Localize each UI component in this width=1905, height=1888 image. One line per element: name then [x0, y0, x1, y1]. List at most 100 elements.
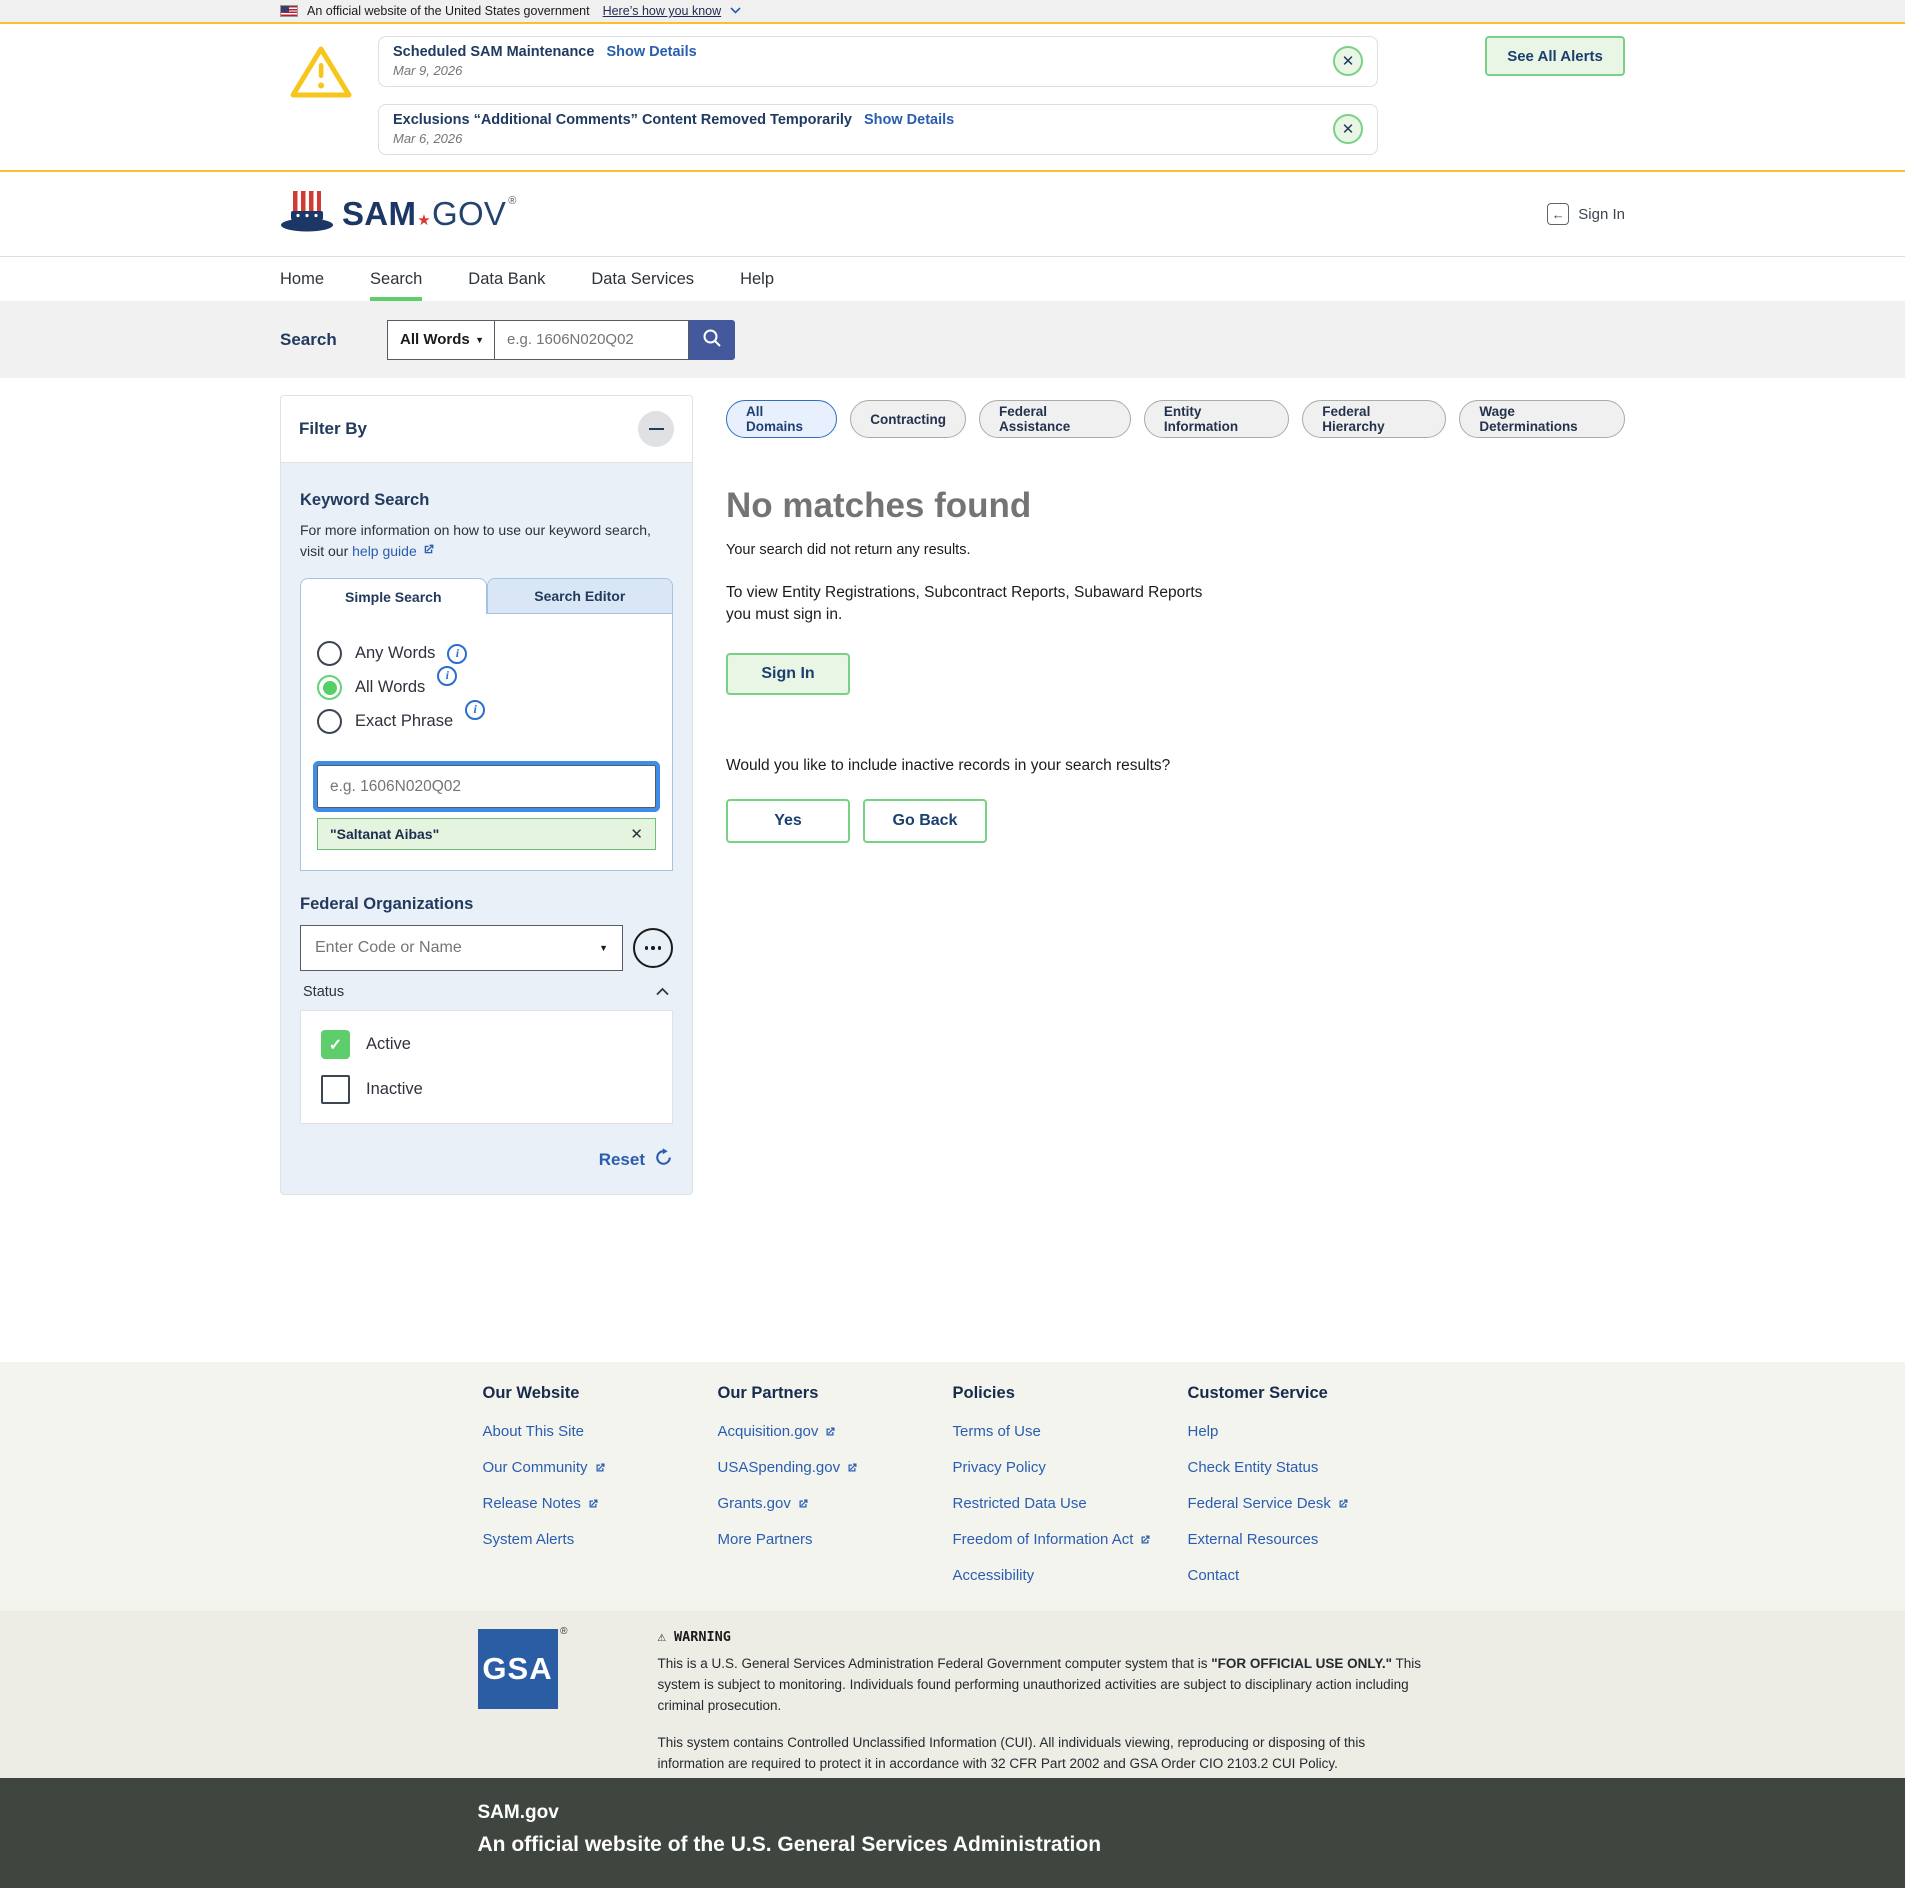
- alert-banner: Scheduled SAM Maintenance Show Details M…: [0, 22, 1905, 172]
- help-guide-label: help guide: [352, 541, 417, 562]
- checkbox-active[interactable]: ✓: [321, 1030, 350, 1059]
- domain-tab-wage-determinations[interactable]: Wage Determinations: [1459, 400, 1625, 438]
- info-icon[interactable]: i: [437, 666, 457, 686]
- remove-tag-icon[interactable]: ✕: [630, 825, 643, 843]
- logo-sam-text: SAM: [342, 195, 416, 232]
- radio-any-words[interactable]: [317, 641, 342, 666]
- go-back-button[interactable]: Go Back: [863, 799, 987, 843]
- alert-show-details-link[interactable]: Show Details: [864, 112, 954, 128]
- footer-link-more-partners[interactable]: More Partners: [718, 1531, 953, 1548]
- tab-search-editor[interactable]: Search Editor: [487, 578, 674, 614]
- collapse-filters-button[interactable]: [638, 411, 674, 447]
- footer-heading: Customer Service: [1188, 1384, 1423, 1403]
- warning-block: ⚠ WARNING This is a U.S. General Service…: [658, 1629, 1428, 1775]
- nav-item-home[interactable]: Home: [280, 257, 324, 301]
- alert-title: Scheduled SAM Maintenance: [393, 44, 594, 60]
- footer-col-policies: Policies Terms of Use Privacy Policy Res…: [953, 1384, 1188, 1603]
- alert-date: Mar 6, 2026: [393, 131, 954, 146]
- footer-link-check-entity-status[interactable]: Check Entity Status: [1188, 1459, 1423, 1476]
- alert-show-details-link[interactable]: Show Details: [606, 44, 696, 60]
- search-band-label: Search: [280, 330, 387, 350]
- radio-all-words[interactable]: [317, 675, 342, 700]
- no-matches-subtitle: Your search did not return any results.: [726, 542, 1625, 558]
- federal-orgs-more-button[interactable]: [633, 928, 673, 968]
- footer-link-usaspending-gov[interactable]: USASpending.gov: [718, 1459, 953, 1476]
- footer-link-restricted-data-use[interactable]: Restricted Data Use: [953, 1495, 1188, 1512]
- checkbox-inactive[interactable]: [321, 1075, 350, 1104]
- nav-item-help[interactable]: Help: [740, 257, 774, 301]
- footer-link-contact[interactable]: Contact: [1188, 1567, 1423, 1584]
- external-link-icon: [587, 1498, 599, 1510]
- sign-in-icon: ←: [1547, 203, 1569, 225]
- info-icon[interactable]: i: [447, 644, 467, 664]
- domain-tab-federal-assistance[interactable]: Federal Assistance: [979, 400, 1131, 438]
- minus-icon: [649, 428, 664, 431]
- gsa-registered-mark: ®: [560, 1626, 568, 1637]
- help-guide-link[interactable]: help guide: [352, 541, 435, 562]
- see-all-alerts-button[interactable]: See All Alerts: [1485, 36, 1625, 76]
- domain-tab-federal-hierarchy[interactable]: Federal Hierarchy: [1302, 400, 1446, 438]
- federal-orgs-select[interactable]: Enter Code or Name ▼: [300, 925, 623, 971]
- site-header: SAM★GOV® ← Sign In: [0, 172, 1905, 257]
- search-mode-select[interactable]: All Words ▼: [387, 320, 495, 360]
- footer-link-accessibility[interactable]: Accessibility: [953, 1567, 1188, 1584]
- footer: Our Website About This Site Our Communit…: [0, 1362, 1905, 1611]
- domain-tab-contracting[interactable]: Contracting: [850, 400, 966, 438]
- footer-link-system-alerts[interactable]: System Alerts: [483, 1531, 718, 1548]
- radio-exact-phrase-label: Exact Phrase: [355, 712, 453, 731]
- radio-exact-phrase[interactable]: [317, 709, 342, 734]
- footer-link-help[interactable]: Help: [1188, 1423, 1423, 1440]
- header-sign-in-link[interactable]: ← Sign In: [1547, 203, 1625, 225]
- footer-link-about-this-site[interactable]: About This Site: [483, 1423, 718, 1440]
- reset-filters-button[interactable]: Reset: [300, 1148, 673, 1172]
- filter-panel: Filter By Keyword Search For more inform…: [280, 395, 693, 1195]
- footer-link-privacy-policy[interactable]: Privacy Policy: [953, 1459, 1188, 1476]
- close-icon[interactable]: ✕: [1333, 46, 1363, 76]
- footer-link-terms-of-use[interactable]: Terms of Use: [953, 1423, 1188, 1440]
- info-icon[interactable]: i: [465, 700, 485, 720]
- main-nav: Home Search Data Bank Data Services Help: [0, 257, 1905, 301]
- reset-label: Reset: [599, 1150, 645, 1170]
- search-results-area: All Domains Contracting Federal Assistan…: [726, 395, 1625, 843]
- sign-in-button[interactable]: Sign In: [726, 653, 850, 695]
- identifier-footer: SAM.gov An official website of the U.S. …: [0, 1778, 1905, 1888]
- alert-title: Exclusions “Additional Comments” Content…: [393, 112, 852, 128]
- search-icon: [701, 327, 723, 352]
- keyword-tag-text: "Saltanat Aibas": [330, 826, 439, 842]
- logo-star-icon: ★: [417, 212, 431, 229]
- alert-card-list: Scheduled SAM Maintenance Show Details M…: [378, 36, 1378, 155]
- keyword-input[interactable]: [317, 765, 656, 808]
- nav-item-data-bank[interactable]: Data Bank: [468, 257, 545, 301]
- external-link-icon: [594, 1462, 606, 1474]
- warning-paragraph-1: This is a U.S. General Services Administ…: [658, 1654, 1428, 1717]
- chevron-down-icon: [730, 5, 741, 17]
- gov-banner-text: An official website of the United States…: [307, 4, 590, 18]
- external-link-icon: [846, 1462, 858, 1474]
- nav-item-data-services[interactable]: Data Services: [591, 257, 694, 301]
- tab-simple-search[interactable]: Simple Search: [300, 578, 487, 614]
- footer-link-external-resources[interactable]: External Resources: [1188, 1531, 1423, 1548]
- include-inactive-question: Would you like to include inactive recor…: [726, 757, 1625, 775]
- warning-triangle-icon: [290, 44, 352, 105]
- gsa-logo: GSA ®: [478, 1629, 558, 1709]
- external-link-icon: [797, 1498, 809, 1510]
- nav-item-search[interactable]: Search: [370, 257, 422, 301]
- gov-banner-link[interactable]: Here’s how you know: [603, 4, 722, 18]
- select-caret-icon: ▼: [475, 335, 484, 345]
- chevron-up-icon[interactable]: [655, 983, 670, 1001]
- search-mode-value: All Words: [400, 331, 470, 348]
- footer-link-grants-gov[interactable]: Grants.gov: [718, 1495, 953, 1512]
- footer-link-our-community[interactable]: Our Community: [483, 1459, 718, 1476]
- footer-link-release-notes[interactable]: Release Notes: [483, 1495, 718, 1512]
- close-icon[interactable]: ✕: [1333, 114, 1363, 144]
- yes-button[interactable]: Yes: [726, 799, 850, 843]
- federal-orgs-placeholder: Enter Code or Name: [315, 939, 462, 957]
- footer-link-foia[interactable]: Freedom of Information Act: [953, 1531, 1188, 1548]
- footer-link-federal-service-desk[interactable]: Federal Service Desk: [1188, 1495, 1423, 1512]
- domain-tab-all-domains[interactable]: All Domains: [726, 400, 837, 438]
- sam-gov-logo[interactable]: SAM★GOV®: [280, 189, 517, 240]
- footer-link-acquisition-gov[interactable]: Acquisition.gov: [718, 1423, 953, 1440]
- search-button[interactable]: [689, 320, 735, 360]
- search-input[interactable]: [495, 320, 689, 360]
- domain-tab-entity-information[interactable]: Entity Information: [1144, 400, 1289, 438]
